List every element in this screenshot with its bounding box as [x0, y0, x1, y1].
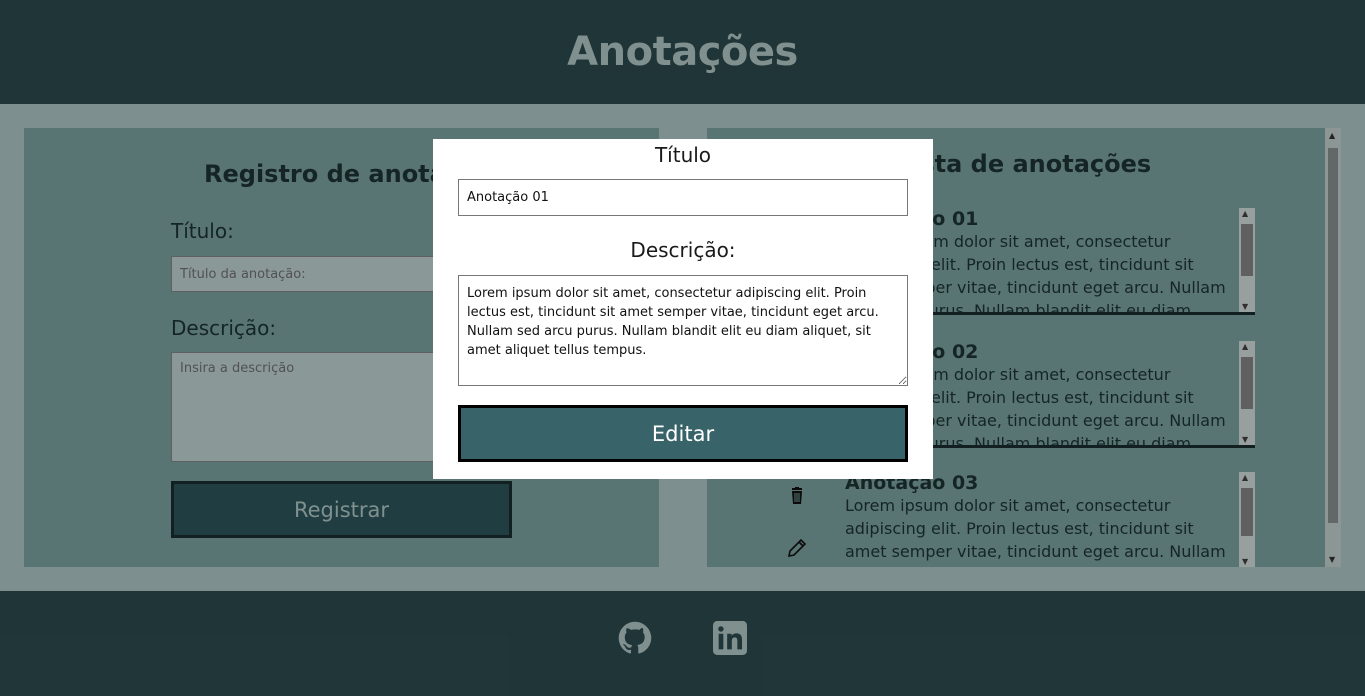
modal-description-label: Descrição:	[630, 238, 736, 262]
modal-title-label: Título	[654, 143, 712, 167]
modal-title-input[interactable]	[458, 179, 908, 216]
edit-note-modal: Título Descrição: Lorem ipsum dolor sit …	[433, 139, 933, 479]
edit-button[interactable]: Editar	[458, 405, 908, 462]
modal-description-input[interactable]: Lorem ipsum dolor sit amet, consectetur …	[458, 275, 908, 386]
